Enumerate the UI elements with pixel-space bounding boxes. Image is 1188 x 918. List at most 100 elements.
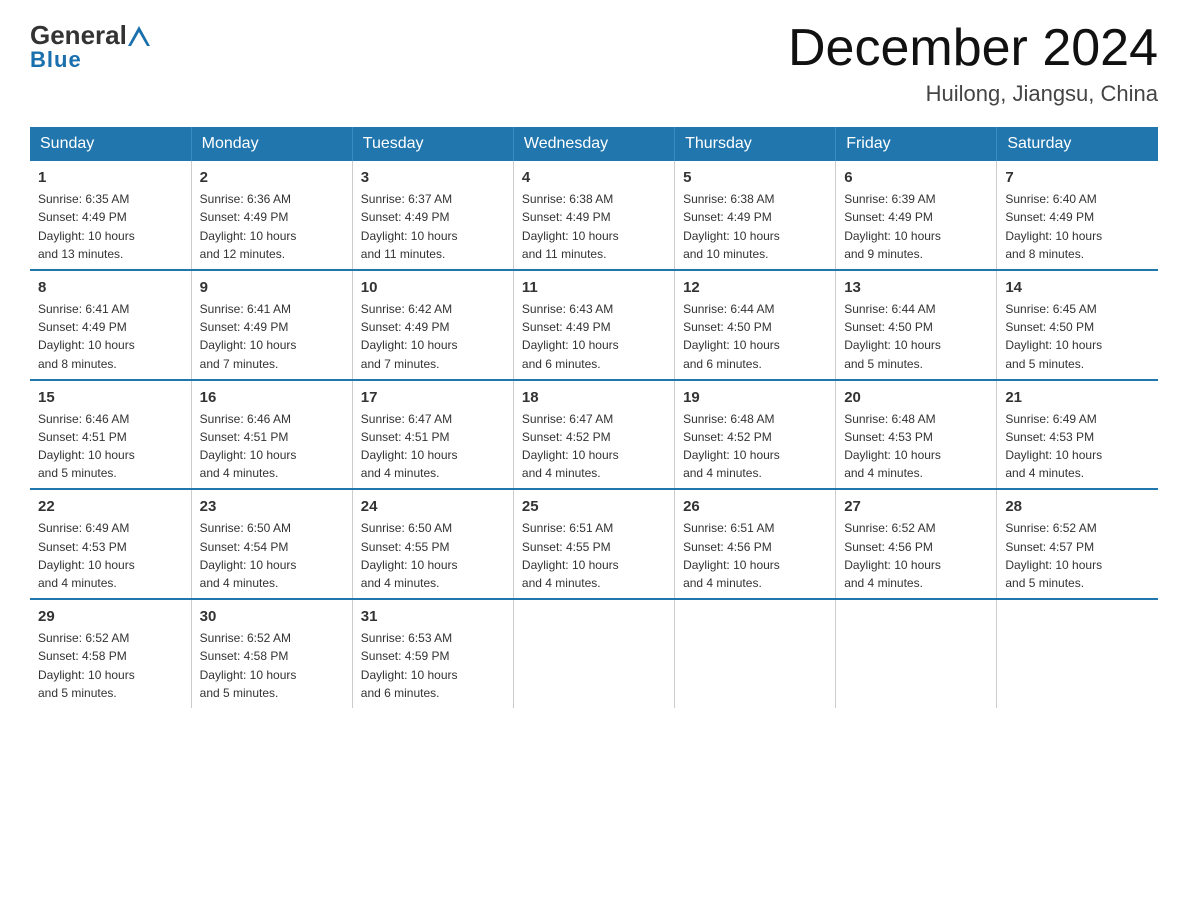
day-number: 11 (522, 277, 666, 298)
day-number: 18 (522, 387, 666, 408)
calendar-cell: 5 Sunrise: 6:38 AMSunset: 4:49 PMDaylight… (675, 161, 836, 270)
day-number: 4 (522, 167, 666, 188)
day-number: 30 (200, 606, 344, 627)
calendar-cell: 22 Sunrise: 6:49 AMSunset: 4:53 PMDayligh… (30, 489, 191, 599)
day-info: Sunrise: 6:41 AMSunset: 4:49 PMDaylight:… (38, 302, 135, 371)
day-number: 25 (522, 496, 666, 517)
calendar-cell: 12Sunrise: 6:44 AMSunset: 4:50 PMDayligh… (675, 270, 836, 380)
week-row-2: 8 Sunrise: 6:41 AMSunset: 4:49 PMDaylight… (30, 270, 1158, 380)
day-number: 8 (38, 277, 183, 298)
day-info: Sunrise: 6:47 AMSunset: 4:52 PMDaylight:… (522, 412, 619, 481)
day-info: Sunrise: 6:50 AMSunset: 4:54 PMDaylight:… (200, 521, 297, 590)
day-number: 13 (844, 277, 988, 298)
calendar-cell: 8 Sunrise: 6:41 AMSunset: 4:49 PMDaylight… (30, 270, 191, 380)
day-number: 17 (361, 387, 505, 408)
logo-blue-text: Blue (30, 47, 82, 73)
calendar-cell (836, 599, 997, 708)
calendar-cell: 14 Sunrise: 6:45 AMSunset: 4:50 PMDayligh… (997, 270, 1158, 380)
logo: General Blue (30, 20, 151, 73)
calendar-cell: 20 Sunrise: 6:48 AMSunset: 4:53 PMDayligh… (836, 380, 997, 490)
day-info: Sunrise: 6:46 AMSunset: 4:51 PMDaylight:… (200, 412, 297, 481)
day-info: Sunrise: 6:35 AMSunset: 4:49 PMDaylight:… (38, 192, 135, 261)
day-number: 19 (683, 387, 827, 408)
title-section: December 2024 Huilong, Jiangsu, China (788, 20, 1158, 107)
calendar-cell (513, 599, 674, 708)
calendar-cell: 27Sunrise: 6:52 AMSunset: 4:56 PMDayligh… (836, 489, 997, 599)
day-info: Sunrise: 6:45 AMSunset: 4:50 PMDaylight:… (1005, 302, 1102, 371)
header-saturday: Saturday (997, 127, 1158, 161)
day-number: 26 (683, 496, 827, 517)
calendar-cell: 18 Sunrise: 6:47 AMSunset: 4:52 PMDayligh… (513, 380, 674, 490)
day-info: Sunrise: 6:52 AMSunset: 4:58 PMDaylight:… (38, 631, 135, 700)
calendar-cell: 4Sunrise: 6:38 AMSunset: 4:49 PMDaylight… (513, 161, 674, 270)
calendar-cell: 7 Sunrise: 6:40 AMSunset: 4:49 PMDaylight… (997, 161, 1158, 270)
day-number: 22 (38, 496, 183, 517)
week-row-4: 22 Sunrise: 6:49 AMSunset: 4:53 PMDayligh… (30, 489, 1158, 599)
day-info: Sunrise: 6:37 AMSunset: 4:49 PMDaylight:… (361, 192, 458, 261)
day-info: Sunrise: 6:44 AMSunset: 4:50 PMDaylight:… (683, 302, 780, 371)
calendar-cell: 13 Sunrise: 6:44 AMSunset: 4:50 PMDayligh… (836, 270, 997, 380)
day-info: Sunrise: 6:49 AMSunset: 4:53 PMDaylight:… (38, 521, 135, 590)
day-info: Sunrise: 6:38 AMSunset: 4:49 PMDaylight:… (683, 192, 780, 261)
calendar-cell: 25Sunrise: 6:51 AMSunset: 4:55 PMDayligh… (513, 489, 674, 599)
day-info: Sunrise: 6:46 AMSunset: 4:51 PMDaylight:… (38, 412, 135, 481)
day-info: Sunrise: 6:48 AMSunset: 4:53 PMDaylight:… (844, 412, 941, 481)
header-friday: Friday (836, 127, 997, 161)
calendar-cell: 3Sunrise: 6:37 AMSunset: 4:49 PMDaylight… (352, 161, 513, 270)
header-sunday: Sunday (30, 127, 191, 161)
day-info: Sunrise: 6:47 AMSunset: 4:51 PMDaylight:… (361, 412, 458, 481)
calendar-cell: 11 Sunrise: 6:43 AMSunset: 4:49 PMDayligh… (513, 270, 674, 380)
calendar-table: SundayMondayTuesdayWednesdayThursdayFrid… (30, 127, 1158, 708)
day-number: 6 (844, 167, 988, 188)
calendar-header-row: SundayMondayTuesdayWednesdayThursdayFrid… (30, 127, 1158, 161)
calendar-cell: 17 Sunrise: 6:47 AMSunset: 4:51 PMDayligh… (352, 380, 513, 490)
week-row-1: 1 Sunrise: 6:35 AMSunset: 4:49 PMDaylight… (30, 161, 1158, 270)
day-info: Sunrise: 6:48 AMSunset: 4:52 PMDaylight:… (683, 412, 780, 481)
day-info: Sunrise: 6:42 AMSunset: 4:49 PMDaylight:… (361, 302, 458, 371)
day-info: Sunrise: 6:44 AMSunset: 4:50 PMDaylight:… (844, 302, 941, 371)
day-number: 10 (361, 277, 505, 298)
calendar-cell: 26 Sunrise: 6:51 AMSunset: 4:56 PMDayligh… (675, 489, 836, 599)
day-number: 7 (1005, 167, 1150, 188)
header-monday: Monday (191, 127, 352, 161)
calendar-cell: 9Sunrise: 6:41 AMSunset: 4:49 PMDaylight… (191, 270, 352, 380)
calendar-subtitle: Huilong, Jiangsu, China (788, 81, 1158, 107)
day-info: Sunrise: 6:52 AMSunset: 4:57 PMDaylight:… (1005, 521, 1102, 590)
calendar-cell: 19 Sunrise: 6:48 AMSunset: 4:52 PMDayligh… (675, 380, 836, 490)
day-number: 16 (200, 387, 344, 408)
day-info: Sunrise: 6:40 AMSunset: 4:49 PMDaylight:… (1005, 192, 1102, 261)
calendar-cell: 31 Sunrise: 6:53 AMSunset: 4:59 PMDayligh… (352, 599, 513, 708)
day-number: 24 (361, 496, 505, 517)
logo-icon (127, 26, 151, 46)
calendar-cell: 21Sunrise: 6:49 AMSunset: 4:53 PMDayligh… (997, 380, 1158, 490)
day-number: 5 (683, 167, 827, 188)
day-info: Sunrise: 6:53 AMSunset: 4:59 PMDaylight:… (361, 631, 458, 700)
day-number: 1 (38, 167, 183, 188)
day-info: Sunrise: 6:36 AMSunset: 4:49 PMDaylight:… (200, 192, 297, 261)
calendar-cell: 28 Sunrise: 6:52 AMSunset: 4:57 PMDayligh… (997, 489, 1158, 599)
page-header: General Blue December 2024 Huilong, Jian… (30, 20, 1158, 107)
header-wednesday: Wednesday (513, 127, 674, 161)
calendar-cell: 2 Sunrise: 6:36 AMSunset: 4:49 PMDaylight… (191, 161, 352, 270)
day-number: 31 (361, 606, 505, 627)
calendar-cell: 23 Sunrise: 6:50 AMSunset: 4:54 PMDayligh… (191, 489, 352, 599)
week-row-3: 15Sunrise: 6:46 AMSunset: 4:51 PMDayligh… (30, 380, 1158, 490)
calendar-cell: 29Sunrise: 6:52 AMSunset: 4:58 PMDayligh… (30, 599, 191, 708)
day-info: Sunrise: 6:43 AMSunset: 4:49 PMDaylight:… (522, 302, 619, 371)
calendar-title: December 2024 (788, 20, 1158, 77)
day-info: Sunrise: 6:52 AMSunset: 4:56 PMDaylight:… (844, 521, 941, 590)
day-number: 28 (1005, 496, 1150, 517)
calendar-cell: 1 Sunrise: 6:35 AMSunset: 4:49 PMDaylight… (30, 161, 191, 270)
day-number: 9 (200, 277, 344, 298)
calendar-cell: 24Sunrise: 6:50 AMSunset: 4:55 PMDayligh… (352, 489, 513, 599)
day-number: 20 (844, 387, 988, 408)
day-number: 2 (200, 167, 344, 188)
day-number: 23 (200, 496, 344, 517)
day-number: 14 (1005, 277, 1150, 298)
day-info: Sunrise: 6:51 AMSunset: 4:56 PMDaylight:… (683, 521, 780, 590)
day-info: Sunrise: 6:39 AMSunset: 4:49 PMDaylight:… (844, 192, 941, 261)
week-row-5: 29Sunrise: 6:52 AMSunset: 4:58 PMDayligh… (30, 599, 1158, 708)
day-info: Sunrise: 6:49 AMSunset: 4:53 PMDaylight:… (1005, 412, 1102, 481)
calendar-cell: 6 Sunrise: 6:39 AMSunset: 4:49 PMDaylight… (836, 161, 997, 270)
calendar-cell (675, 599, 836, 708)
